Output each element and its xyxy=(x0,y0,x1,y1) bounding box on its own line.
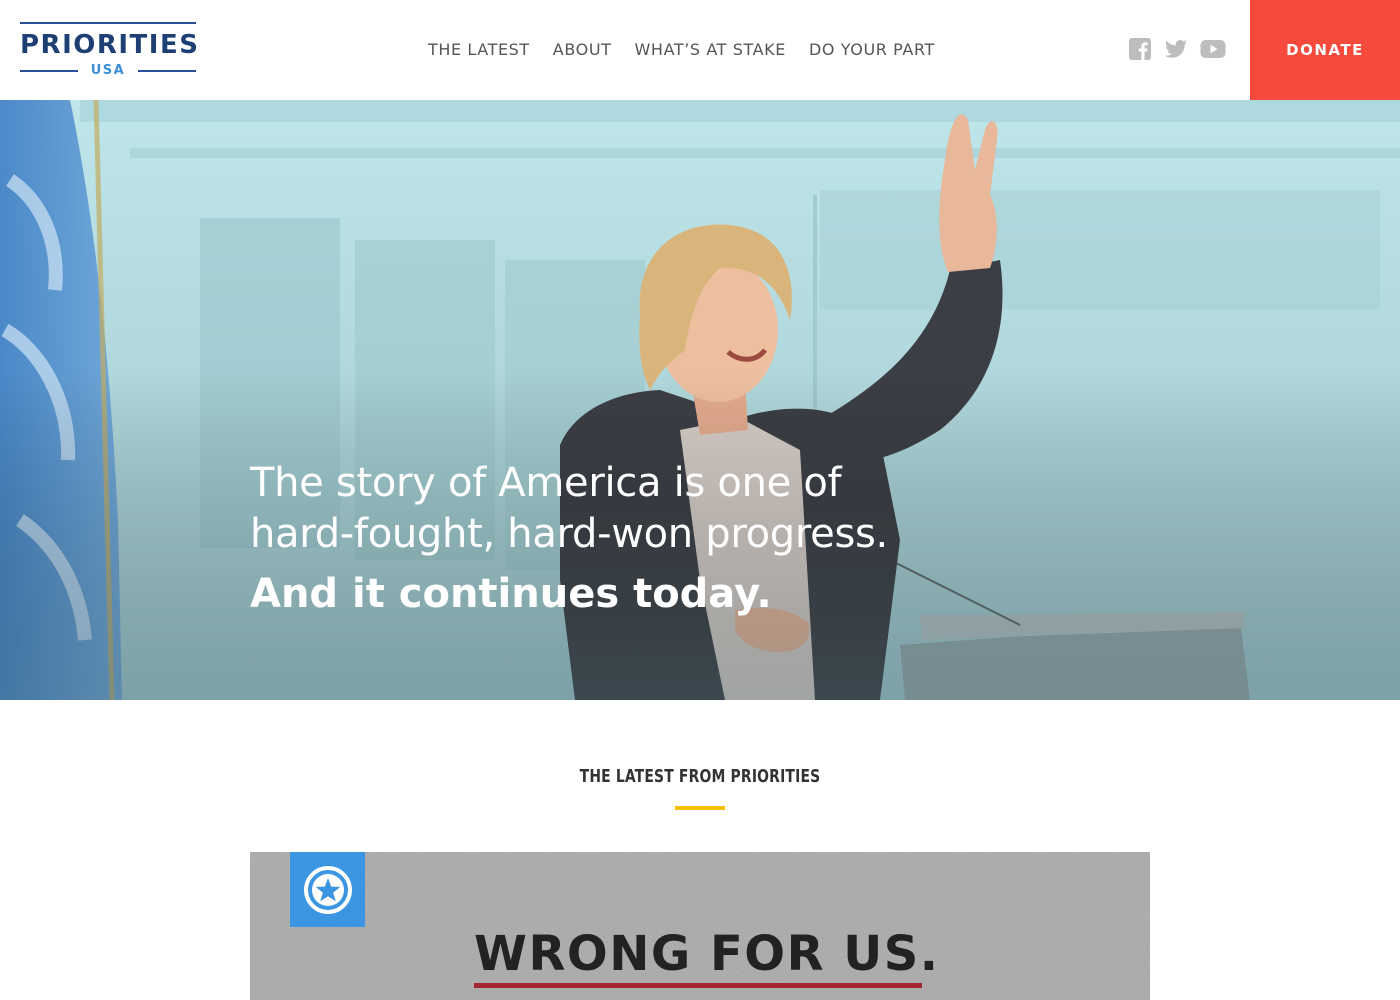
hero-line-2: hard-fought, hard-won progress. xyxy=(250,511,888,557)
hero-emphasis: And it continues today. xyxy=(250,571,772,617)
card-headline: WRONG FOR US. xyxy=(474,926,940,982)
priorities-usa-logo[interactable]: PRIORITIES USA xyxy=(20,22,200,78)
hero-line-1: The story of America is one of xyxy=(250,460,842,506)
logo-right-rule xyxy=(138,70,196,72)
social-links xyxy=(1128,37,1236,61)
nav-whats-at-stake[interactable]: WHAT’S AT STAKE xyxy=(635,38,786,62)
star-circle-icon xyxy=(304,866,352,914)
card-badge xyxy=(290,852,365,927)
latest-title-accent xyxy=(675,806,725,810)
youtube-icon[interactable] xyxy=(1200,37,1226,61)
main-nav: THE LATEST ABOUT WHAT’S AT STAKE DO YOUR… xyxy=(428,38,958,62)
nav-do-your-part[interactable]: DO YOUR PART xyxy=(809,38,935,62)
site-header: PRIORITIES USA THE LATEST ABOUT WHAT’S A… xyxy=(0,0,1400,100)
facebook-icon[interactable] xyxy=(1128,37,1152,61)
hero-text: The story of America is one of hard-foug… xyxy=(250,458,950,624)
card-headline-underline xyxy=(474,983,922,988)
hero-banner: The story of America is one of hard-foug… xyxy=(0,100,1400,700)
nav-the-latest[interactable]: THE LATEST xyxy=(428,38,530,62)
logo-top-rule xyxy=(20,22,196,24)
twitter-icon[interactable] xyxy=(1164,37,1188,61)
latest-card[interactable]: WRONG FOR US. xyxy=(250,852,1150,1000)
latest-section-title: THE LATEST FROM PRIORITIES xyxy=(579,766,821,787)
donate-button[interactable]: DONATE xyxy=(1250,0,1400,100)
nav-about[interactable]: ABOUT xyxy=(553,38,612,62)
logo-wordmark: PRIORITIES xyxy=(20,30,200,60)
